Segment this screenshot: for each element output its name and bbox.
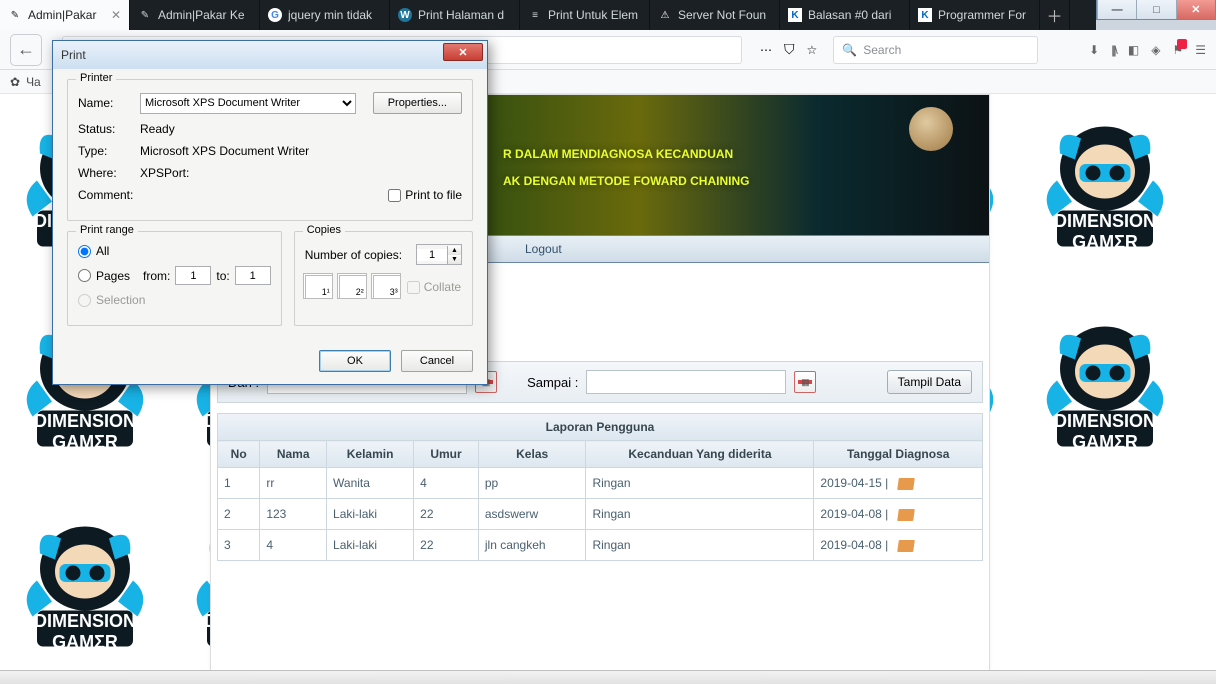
sidebar-icon[interactable]: ◧ — [1128, 43, 1139, 57]
name-label: Name: — [78, 96, 140, 110]
to-label: Sampai : — [527, 375, 578, 390]
table-row: 2123Laki-laki22asdswerwRingan2019-04-08 … — [218, 499, 983, 530]
menu-logout[interactable]: Logout — [515, 242, 572, 256]
report-table: Laporan Pengguna No Nama Kelamin Umur Ke… — [217, 413, 983, 561]
collate-icon: 2² — [339, 275, 367, 299]
pencil-icon: ✎ — [138, 8, 152, 22]
print-dialog: Print ✕ Printer Name: Microsoft XPS Docu… — [52, 40, 488, 385]
ok-button[interactable]: OK — [319, 350, 391, 372]
kaskus-icon: K — [788, 8, 802, 22]
bookmark-star-icon[interactable]: ☆ — [807, 43, 818, 57]
properties-button[interactable]: Properties... — [373, 92, 462, 114]
pencil-icon: ✎ — [8, 8, 22, 22]
dialog-title[interactable]: Print — [53, 41, 487, 69]
th-kelamin: Kelamin — [327, 441, 414, 468]
collate-check: Collate — [407, 280, 461, 294]
printer-select[interactable]: Microsoft XPS Document Writer — [140, 93, 356, 114]
th-tanggal: Tanggal Diagnosa — [814, 441, 983, 468]
th-kecanduan: Kecanduan Yang diderita — [586, 441, 814, 468]
svg-text:GAMΣR: GAMΣR — [1072, 232, 1138, 252]
print-to-file-check[interactable]: Print to file — [388, 188, 462, 202]
search-bar[interactable]: 🔍 Search — [833, 36, 1038, 64]
svg-text:GAMΣR: GAMΣR — [52, 432, 118, 452]
table-row: 34Laki-laki22jln cangkehRingan2019-04-08… — [218, 530, 983, 561]
search-icon: 🔍 — [842, 43, 857, 57]
th-umur: Umur — [414, 441, 479, 468]
browser-tab-strip: ✎Admin|Pakar✕ ✎Admin|Pakar Ke Gjquery mi… — [0, 0, 1096, 30]
tab-3[interactable]: WPrint Halaman d — [390, 0, 520, 30]
dialog-close-button[interactable]: ✕ — [443, 43, 483, 61]
toolbar-right: ⬇ |||\ ◧ ◈ ⚑ ☰ — [1089, 43, 1206, 57]
google-icon: G — [268, 8, 282, 22]
delete-icon[interactable] — [897, 540, 915, 552]
spin-down-icon[interactable]: ▼ — [448, 255, 461, 264]
window-status-bar — [0, 670, 1216, 684]
tab-0[interactable]: ✎Admin|Pakar✕ — [0, 0, 130, 30]
tab-2[interactable]: Gjquery min tidak — [260, 0, 390, 30]
page-to-input[interactable] — [235, 266, 271, 285]
tab-6[interactable]: KBalasan #0 dari — [780, 0, 910, 30]
window-close-button[interactable]: ✕ — [1176, 0, 1215, 19]
spin-up-icon[interactable]: ▲ — [448, 246, 461, 255]
delete-icon[interactable] — [897, 509, 915, 521]
copies-group: Copies Number of copies: ▲▼ 1¹ 2² 3³ Col… — [294, 231, 473, 326]
maximize-button[interactable]: □ — [1136, 0, 1175, 19]
selection-radio — [78, 294, 91, 307]
more-icon[interactable]: ⋯ — [760, 43, 772, 57]
collate-icon: 1¹ — [305, 275, 333, 299]
menu-icon[interactable]: ☰ — [1195, 43, 1206, 57]
window-controls: — □ ✕ — [1096, 0, 1216, 20]
cancel-button[interactable]: Cancel — [401, 350, 473, 372]
print-range-group: Print range All Pages from: to: Selectio… — [67, 231, 282, 326]
tab-4[interactable]: ≡Print Untuk Elem — [520, 0, 650, 30]
minimize-button[interactable]: — — [1097, 0, 1136, 19]
collate-icon: 3³ — [373, 275, 401, 299]
gear-icon[interactable]: ✿ — [10, 75, 20, 89]
addon-icon[interactable]: ◈ — [1151, 43, 1160, 57]
pages-radio[interactable] — [78, 269, 91, 282]
tab-1[interactable]: ✎Admin|Pakar Ke — [130, 0, 260, 30]
tab-5[interactable]: ⚠Server Not Foun — [650, 0, 780, 30]
all-radio[interactable] — [78, 245, 91, 258]
calendar-icon[interactable]: ▦ — [794, 371, 816, 393]
table-caption: Laporan Pengguna — [217, 413, 983, 440]
copies-spinner[interactable]: ▲▼ — [416, 244, 462, 265]
new-tab-button[interactable]: ＋ — [1040, 0, 1070, 30]
banner-image — [909, 107, 953, 151]
tab-7[interactable]: KProgrammer For — [910, 0, 1040, 30]
svg-text:DIMENSION: DIMENSION — [34, 611, 136, 631]
svg-text:DIMENSION: DIMENSION — [1054, 411, 1156, 431]
show-data-button[interactable]: Tampil Data — [887, 370, 972, 394]
table-row: 1rrWanita4ppRingan2019-04-15 | — [218, 468, 983, 499]
library-icon[interactable]: |||\ — [1111, 43, 1116, 57]
shield-icon[interactable]: ⛉ — [784, 41, 795, 58]
site-icon: ≡ — [528, 8, 542, 22]
warning-icon: ⚠ — [658, 8, 672, 22]
bookmark-item[interactable]: Ча — [26, 75, 41, 89]
svg-text:DIMENSION: DIMENSION — [34, 411, 136, 431]
to-input[interactable] — [586, 370, 786, 394]
printer-group: Printer Name: Microsoft XPS Document Wri… — [67, 79, 473, 221]
th-nama: Nama — [260, 441, 327, 468]
svg-text:GAMΣR: GAMΣR — [1072, 432, 1138, 452]
th-no: No — [218, 441, 260, 468]
banner-title: R DALAM MENDIAGNOSA KECANDUANAK DENGAN M… — [503, 138, 749, 193]
notification-icon[interactable]: ⚑ — [1172, 43, 1183, 57]
th-kelas: Kelas — [478, 441, 586, 468]
url-actions: ⋯ ⛉ ☆ — [760, 41, 817, 58]
close-icon[interactable]: ✕ — [111, 8, 121, 22]
back-button[interactable]: ← — [10, 34, 42, 66]
delete-icon[interactable] — [897, 478, 915, 490]
svg-text:DIMENSION: DIMENSION — [1054, 211, 1156, 231]
page-from-input[interactable] — [175, 266, 211, 285]
download-icon[interactable]: ⬇ — [1089, 43, 1099, 57]
wordpress-icon: W — [398, 8, 412, 22]
svg-text:GAMΣR: GAMΣR — [52, 632, 118, 652]
kaskus-icon: K — [918, 8, 932, 22]
